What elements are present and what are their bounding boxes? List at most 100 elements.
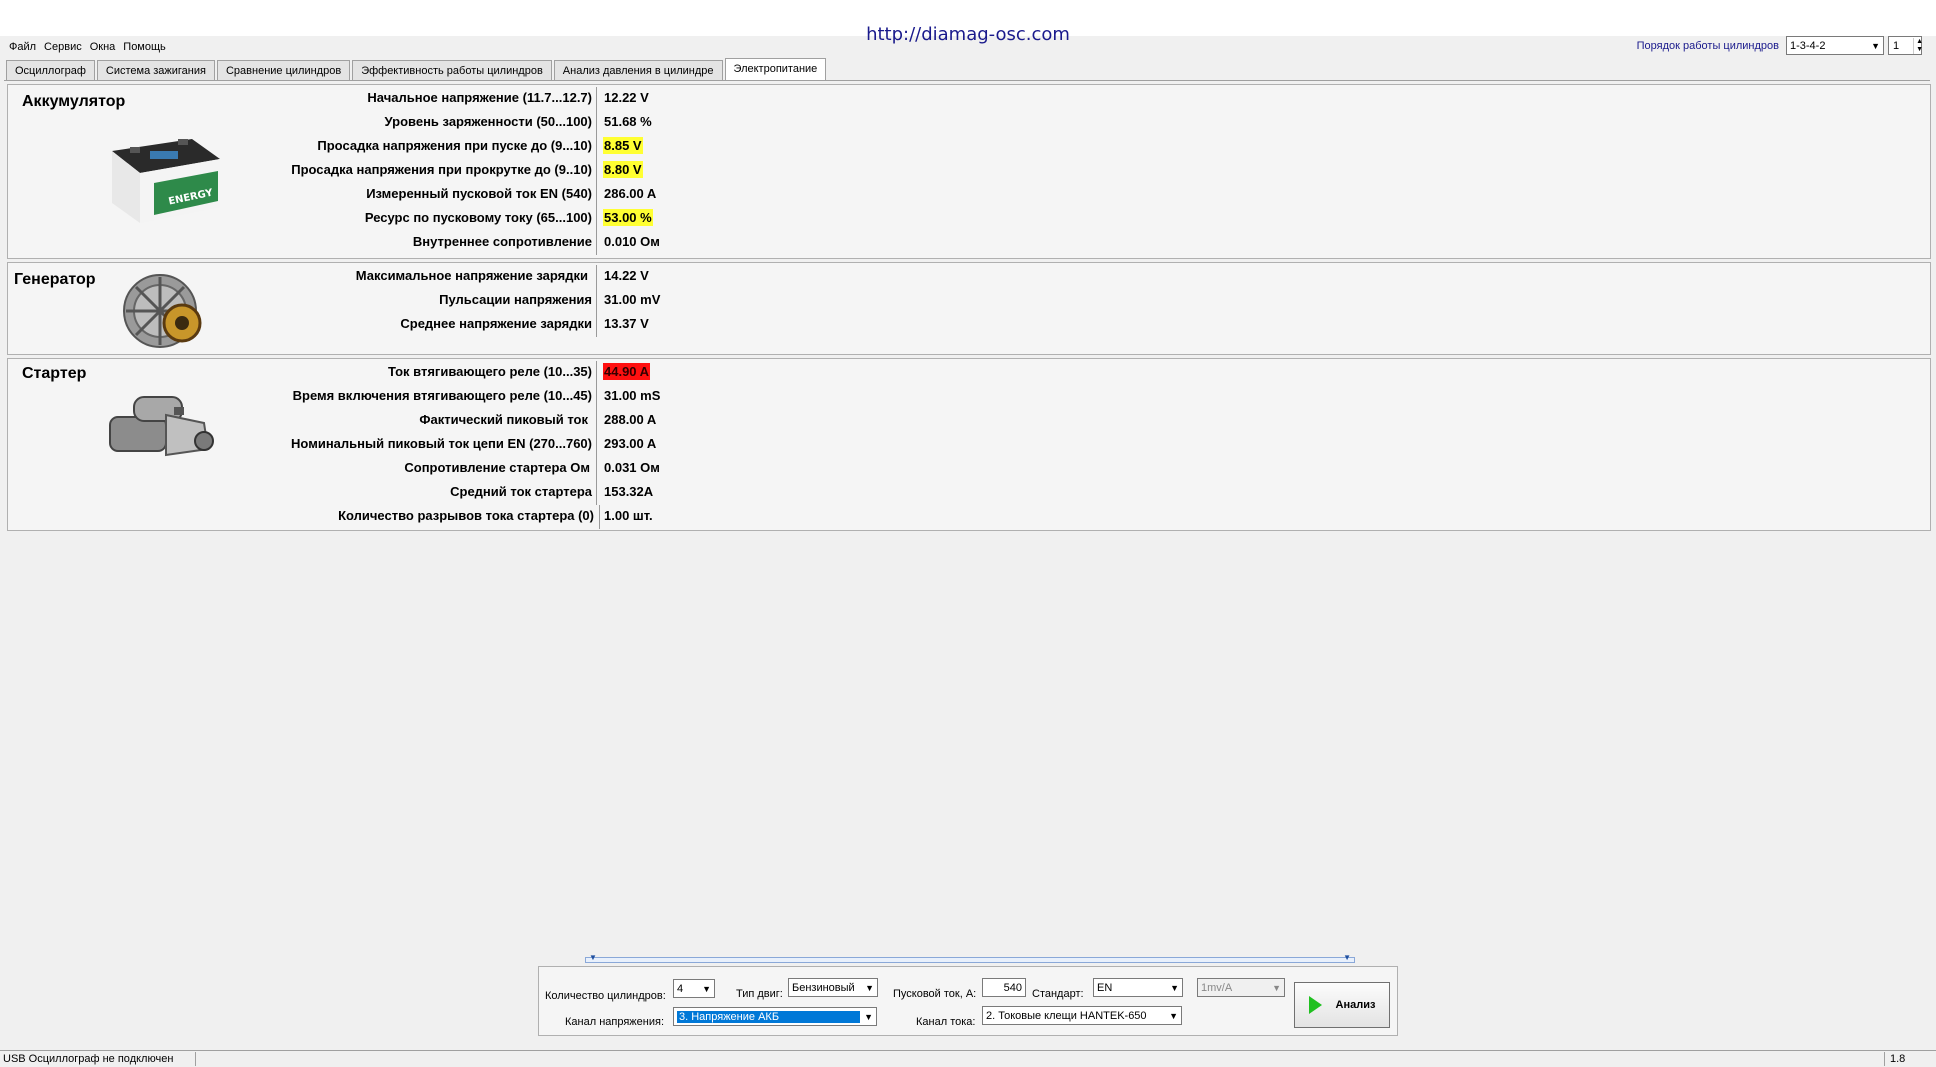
standard-label: Стандарт: bbox=[1032, 988, 1084, 1000]
tab-oscilloscope[interactable]: Осциллограф bbox=[6, 60, 95, 81]
battery-row: Просадка напряжения при пуске до (9...10… bbox=[8, 135, 1008, 159]
column-divider bbox=[596, 111, 597, 135]
row-label: Внутреннее сопротивление bbox=[412, 234, 592, 249]
row-value: 44.90 A bbox=[603, 363, 651, 380]
starter-row: Средний ток стартера 153.32A bbox=[8, 481, 1008, 505]
menu-help[interactable]: Помощь bbox=[122, 41, 167, 53]
row-value: 0.031 Ом bbox=[604, 460, 660, 475]
row-label: Сопротивление стартера Ом bbox=[404, 460, 590, 475]
battery-panel: Аккумулятор ENERGY Начальное напряжение … bbox=[7, 84, 1931, 259]
tab-power-supply[interactable]: Электропитание bbox=[724, 58, 827, 81]
status-connection: USB Осциллограф не подключен bbox=[3, 1053, 174, 1065]
row-label: Начальное напряжение (11.7...12.7) bbox=[367, 90, 592, 105]
starter-panel: Стартер Ток втягивающего реле (10...35) … bbox=[7, 358, 1931, 531]
column-divider bbox=[596, 231, 597, 255]
column-divider bbox=[596, 265, 597, 289]
tab-cylinder-efficiency[interactable]: Эффективность работы цилиндров bbox=[352, 60, 552, 81]
collapse-left-icon[interactable]: ▼ bbox=[589, 953, 597, 962]
chevron-down-icon: ▼ bbox=[864, 1011, 873, 1022]
spin-arrows-icon[interactable]: ▲ ▼ bbox=[1913, 37, 1925, 54]
row-label: Пульсации напряжения bbox=[439, 292, 592, 307]
column-divider bbox=[596, 135, 597, 159]
status-divider bbox=[195, 1052, 196, 1066]
cylinder-order-select[interactable]: 1-3-4-2 ▼ bbox=[1786, 36, 1884, 55]
row-value: 153.32A bbox=[604, 484, 654, 499]
start-current-input[interactable]: 540 bbox=[982, 978, 1026, 997]
scale-select[interactable]: 1mv/A ▼ bbox=[1197, 978, 1285, 997]
column-divider bbox=[596, 481, 597, 505]
chevron-down-icon: ▼ bbox=[1871, 40, 1880, 51]
chevron-down-icon: ▼ bbox=[1272, 982, 1281, 993]
row-label: Ресурс по пусковому току (65...100) bbox=[364, 210, 592, 225]
row-value: 51.68 % bbox=[604, 114, 652, 129]
status-bar: USB Осциллограф не подключен 1.8 bbox=[0, 1050, 1936, 1067]
voltage-channel-value: 3. Напряжение АКБ bbox=[677, 1010, 861, 1023]
cyl-count-label: Количество цилиндров: bbox=[545, 990, 666, 1002]
menu-service[interactable]: Сервис bbox=[43, 41, 83, 53]
cylinder-spin[interactable]: 1 ▲ ▼ bbox=[1888, 36, 1925, 55]
generator-panel: Генератор Максимальное напряжение зарядк… bbox=[7, 262, 1931, 355]
column-divider bbox=[596, 457, 597, 481]
starter-row: Номинальный пиковый ток цепи EN (270...7… bbox=[8, 433, 1008, 457]
standard-value: EN bbox=[1097, 981, 1113, 994]
row-value: 31.00 mS bbox=[604, 388, 661, 403]
column-divider bbox=[596, 433, 597, 457]
battery-row: Уровень заряженности (50...100) 51.68 % bbox=[8, 111, 1008, 135]
chevron-down-icon: ▼ bbox=[1169, 1010, 1178, 1021]
battery-row: Начальное напряжение (11.7...12.7) 12.22… bbox=[8, 87, 1008, 111]
starter-row: Время включения втягивающего реле (10...… bbox=[8, 385, 1008, 409]
column-divider bbox=[596, 385, 597, 409]
scale-value: 1mv/A bbox=[1201, 981, 1233, 994]
generator-row: Среднее напряжение зарядки 13.37 V bbox=[8, 313, 1008, 337]
row-value: 1.00 шт. bbox=[604, 508, 653, 523]
row-value: 12.22 V bbox=[604, 90, 649, 105]
collapse-right-icon[interactable]: ▼ bbox=[1343, 953, 1351, 962]
column-divider bbox=[596, 409, 597, 433]
analysis-controls: Количество цилиндров: 4 ▼ Тип двиг: Бенз… bbox=[538, 966, 1398, 1036]
tab-pressure-analysis[interactable]: Анализ давления в цилиндре bbox=[553, 60, 723, 81]
engine-type-select[interactable]: Бензиновый ▼ bbox=[788, 978, 878, 997]
row-label: Количество разрывов тока стартера (0) bbox=[338, 508, 594, 523]
chevron-down-icon: ▼ bbox=[865, 982, 874, 993]
row-value: 0.010 Ом bbox=[604, 234, 660, 249]
menu-windows[interactable]: Окна bbox=[89, 41, 117, 53]
cylinder-order-value: 1-3-4-2 bbox=[1790, 39, 1826, 52]
column-divider bbox=[596, 207, 597, 231]
row-label: Фактический пиковый ток bbox=[419, 412, 588, 427]
current-channel-select[interactable]: 2. Токовые клещи HANTEK-650 ▼ bbox=[982, 1006, 1182, 1025]
row-value: 14.22 V bbox=[604, 268, 649, 283]
starter-row: Фактический пиковый ток 288.00 A bbox=[8, 409, 1008, 433]
row-value: 31.00 mV bbox=[604, 292, 661, 307]
row-label: Номинальный пиковый ток цепи EN (270...7… bbox=[291, 436, 592, 451]
tab-divider bbox=[4, 80, 1930, 81]
cyl-count-value: 4 bbox=[677, 982, 684, 995]
row-value: 293.00 A bbox=[604, 436, 657, 451]
starter-row: Сопротивление стартера Ом 0.031 Ом bbox=[8, 457, 1008, 481]
row-label: Среднее напряжение зарядки bbox=[400, 316, 592, 331]
row-label: Просадка напряжения при прокрутке до (9.… bbox=[291, 162, 592, 177]
status-divider bbox=[1884, 1052, 1885, 1066]
battery-row: Измеренный пусковой ток EN (540) 286.00 … bbox=[8, 183, 1008, 207]
menu-file[interactable]: Файл bbox=[8, 41, 37, 53]
row-value: 8.80 V bbox=[603, 161, 643, 178]
column-divider bbox=[596, 361, 597, 385]
voltage-channel-select[interactable]: 3. Напряжение АКБ ▼ bbox=[673, 1007, 877, 1026]
tab-cylinder-compare[interactable]: Сравнение цилиндров bbox=[216, 60, 351, 81]
row-label: Время включения втягивающего реле (10...… bbox=[292, 388, 592, 403]
collapse-bar[interactable]: ▼ ▼ bbox=[585, 953, 1355, 963]
row-label: Средний ток стартера bbox=[450, 484, 592, 499]
cyl-count-select[interactable]: 4 ▼ bbox=[673, 979, 715, 998]
row-label: Просадка напряжения при пуске до (9...10… bbox=[317, 138, 592, 153]
tab-ignition[interactable]: Система зажигания bbox=[96, 60, 215, 81]
column-divider bbox=[599, 505, 600, 529]
standard-select[interactable]: EN ▼ bbox=[1093, 978, 1183, 997]
starter-row: Количество разрывов тока стартера (0) 1.… bbox=[8, 505, 1008, 529]
current-channel-label: Канал тока: bbox=[916, 1016, 976, 1028]
analyze-button[interactable]: Анализ bbox=[1294, 982, 1390, 1028]
cylinder-spin-value: 1 bbox=[1893, 39, 1900, 52]
row-value: 53.00 % bbox=[603, 209, 653, 226]
menu-bar: Файл Сервис Окна Помощь bbox=[8, 41, 167, 53]
battery-row: Ресурс по пусковому току (65...100) 53.0… bbox=[8, 207, 1008, 231]
analyze-label: Анализ bbox=[1335, 999, 1376, 1011]
battery-row: Просадка напряжения при прокрутке до (9.… bbox=[8, 159, 1008, 183]
